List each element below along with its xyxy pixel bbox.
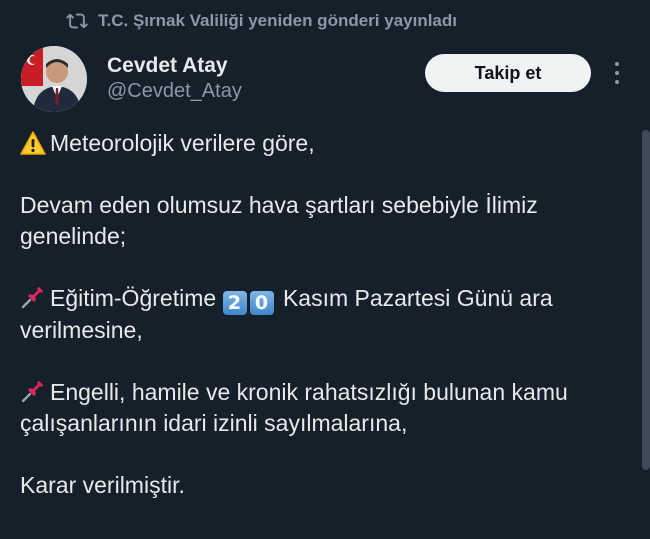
tweet-paragraph-5: Karar verilmiştir.: [20, 472, 185, 498]
pushpin-icon: [21, 381, 43, 403]
tweet-text: Meteorolojik verilere göre, Devam eden o…: [20, 128, 620, 501]
tweet-line-3-prefix: Eğitim-Öğretime: [50, 285, 217, 311]
tweet-paragraph-2: Devam eden olumsuz hava şartları sebebiy…: [20, 192, 538, 249]
tweet-line-1: Meteorolojik verilere göre,: [50, 130, 315, 156]
keycap-two: 2: [222, 291, 247, 315]
tweet-paragraph-4: Engelli, hamile ve kronik rahatsızlığı b…: [20, 377, 620, 439]
avatar-photo: [21, 46, 87, 112]
retweet-text: T.C. Şırnak Valiliği yeniden gönderi yay…: [98, 11, 457, 30]
avatar[interactable]: [21, 46, 87, 112]
retweet-indicator[interactable]: T.C. Şırnak Valiliği yeniden gönderi yay…: [66, 8, 457, 34]
retweet-icon: [66, 13, 88, 29]
more-vertical-icon[interactable]: [606, 62, 628, 84]
author-name[interactable]: Cevdet Atay: [107, 54, 228, 78]
tweet-paragraph-3: Eğitim-Öğretime 20 Kasım Pazartesi Günü …: [20, 283, 620, 346]
keycap-zero: 0: [249, 291, 274, 315]
pushpin-icon: [21, 287, 43, 309]
follow-button[interactable]: Takip et: [425, 54, 591, 92]
warning-icon: [20, 131, 46, 155]
tweet-paragraph-1: Meteorolojik verilere göre,: [20, 128, 620, 159]
tweet-line-4: Engelli, hamile ve kronik rahatsızlığı b…: [20, 379, 568, 436]
scrollbar[interactable]: [642, 130, 650, 470]
author-handle[interactable]: @Cevdet_Atay: [107, 80, 242, 103]
